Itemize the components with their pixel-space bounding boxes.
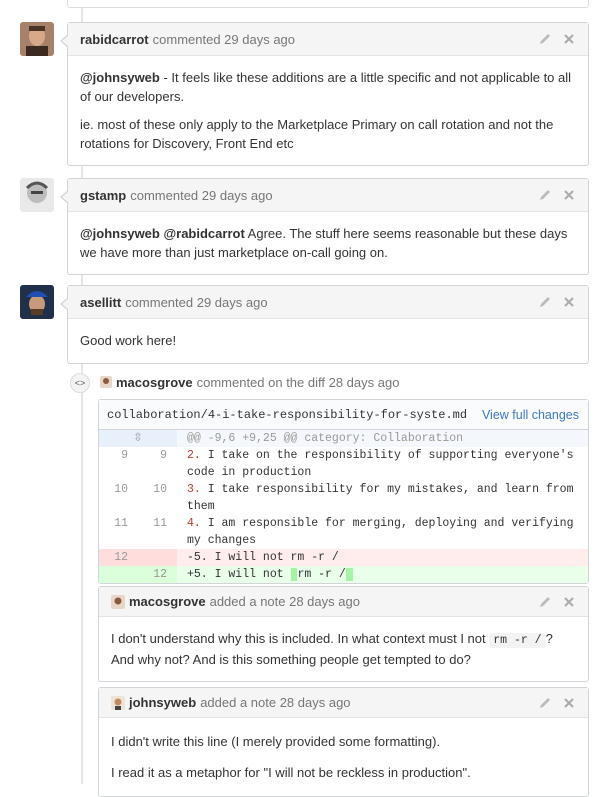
- added-row: 12 +5. I will not rm -r /: [99, 566, 588, 583]
- avatar[interactable]: [20, 178, 54, 212]
- close-icon[interactable]: [562, 696, 576, 710]
- comment-body: @johnsyweb @rabidcarrot Agree. The stuff…: [68, 212, 588, 274]
- new-line-number[interactable]: 11: [138, 515, 177, 549]
- comment-author[interactable]: rabidcarrot: [80, 32, 149, 47]
- comment-meta[interactable]: commented 29 days ago: [130, 188, 272, 203]
- old-line-number[interactable]: 12: [99, 549, 138, 566]
- file-name[interactable]: collaboration/4-i-take-responsibility-fo…: [107, 408, 467, 422]
- close-icon[interactable]: [562, 595, 576, 609]
- pencil-icon[interactable]: [538, 696, 552, 710]
- old-line-number[interactable]: 10: [99, 481, 138, 515]
- diff-row: 11 11 4. I am responsible for merging, d…: [99, 515, 588, 549]
- inline-code: rm -r /: [489, 633, 546, 648]
- avatar[interactable]: [20, 22, 54, 56]
- comment-text: Good work here!: [80, 333, 177, 348]
- new-line-number[interactable]: 12: [138, 566, 177, 583]
- diff-table: ⇳ @@ -9,6 +9,25 @@ category: Collaborati…: [99, 430, 588, 583]
- code-line: 2. I take on the responsibility of suppo…: [187, 449, 581, 479]
- diff-row: 10 10 3. I take responsibility for my mi…: [99, 481, 588, 515]
- pencil-icon[interactable]: [538, 188, 552, 202]
- note-header: macosgrove added a note 28 days ago: [99, 587, 588, 617]
- comment-author[interactable]: asellitt: [80, 295, 121, 310]
- comment-author[interactable]: johnsyweb: [129, 695, 196, 710]
- new-line-number[interactable]: 9: [138, 447, 177, 481]
- code-icon: <>: [70, 373, 90, 393]
- comment-body: Good work here!: [68, 319, 588, 363]
- comment-header: rabidcarrot commented 29 days ago: [68, 23, 588, 56]
- comment: asellitt commented 29 days ago Good work…: [60, 285, 589, 364]
- code-line: 3. I take responsibility for my mistakes…: [187, 483, 581, 513]
- added-code-line: +5. I will not rm -r /: [177, 566, 588, 583]
- diff-row: 9 9 2. I take on the responsibility of s…: [99, 447, 588, 481]
- diff-file: collaboration/4-i-take-responsibility-fo…: [98, 399, 589, 584]
- avatar[interactable]: [20, 285, 54, 319]
- pencil-icon[interactable]: [538, 595, 552, 609]
- avatar[interactable]: [111, 594, 125, 609]
- comment-author[interactable]: macosgrove: [116, 375, 193, 390]
- comment-author[interactable]: macosgrove: [129, 594, 206, 609]
- expand-icon[interactable]: ⇳: [99, 430, 177, 447]
- close-icon[interactable]: [562, 32, 576, 46]
- pencil-icon[interactable]: [538, 32, 552, 46]
- comment-meta[interactable]: commented 29 days ago: [125, 295, 267, 310]
- comment-body: @johnsyweb - It feels like these additio…: [68, 56, 588, 165]
- mention[interactable]: @johnsyweb: [80, 70, 160, 85]
- comment-header: asellitt commented 29 days ago: [68, 286, 588, 319]
- avatar[interactable]: [111, 695, 125, 710]
- avatar[interactable]: [100, 376, 112, 388]
- comment: rabidcarrot commented 29 days ago @johns…: [60, 22, 589, 166]
- mention[interactable]: @johnsyweb @rabidcarrot: [80, 226, 245, 241]
- close-icon[interactable]: [562, 188, 576, 202]
- comment-meta[interactable]: commented on the diff 28 days ago: [197, 375, 400, 390]
- hunk-header: @@ -9,6 +9,25 @@ category: Collaboration: [177, 430, 588, 447]
- view-full-changes-link[interactable]: View full changes: [482, 408, 579, 422]
- previous-comment-edge: [67, 0, 589, 8]
- comment: gstamp commented 29 days ago @johnsyweb …: [60, 178, 589, 275]
- deleted-row: 12 -5. I will not rm -r /: [99, 549, 588, 566]
- deleted-code-line: -5. I will not rm -r /: [177, 549, 588, 566]
- diff-comment-header: macosgrove commented on the diff 28 days…: [100, 370, 399, 394]
- comment-meta[interactable]: commented 29 days ago: [153, 32, 295, 47]
- note-text: I read it as a metaphor for "I will not …: [111, 765, 471, 780]
- note-header: johnsyweb added a note 28 days ago: [99, 688, 588, 718]
- code-line: 4. I am responsible for merging, deployi…: [187, 517, 581, 547]
- old-line-number[interactable]: 11: [99, 515, 138, 549]
- note-body: I didn't write this line (I merely provi…: [99, 718, 588, 794]
- pencil-icon[interactable]: [538, 295, 552, 309]
- old-line-number[interactable]: 9: [99, 447, 138, 481]
- comment-meta[interactable]: added a note 28 days ago: [210, 594, 360, 609]
- comment-author[interactable]: gstamp: [80, 188, 126, 203]
- comment-meta[interactable]: added a note 28 days ago: [200, 695, 350, 710]
- new-line-number[interactable]: 10: [138, 481, 177, 515]
- review-note: macosgrove added a note 28 days ago I do…: [98, 586, 589, 682]
- comment-text: ie. most of these only apply to the Mark…: [80, 117, 554, 151]
- close-icon[interactable]: [562, 295, 576, 309]
- diff-file-header: collaboration/4-i-take-responsibility-fo…: [99, 400, 588, 430]
- hunk-row: ⇳ @@ -9,6 +9,25 @@ category: Collaborati…: [99, 430, 588, 447]
- review-note: johnsyweb added a note 28 days ago I did…: [98, 687, 589, 797]
- note-text: I didn't write this line (I merely provi…: [111, 734, 441, 749]
- note-body: I don't understand why this is included.…: [111, 631, 553, 667]
- comment-header: gstamp commented 29 days ago: [68, 179, 588, 212]
